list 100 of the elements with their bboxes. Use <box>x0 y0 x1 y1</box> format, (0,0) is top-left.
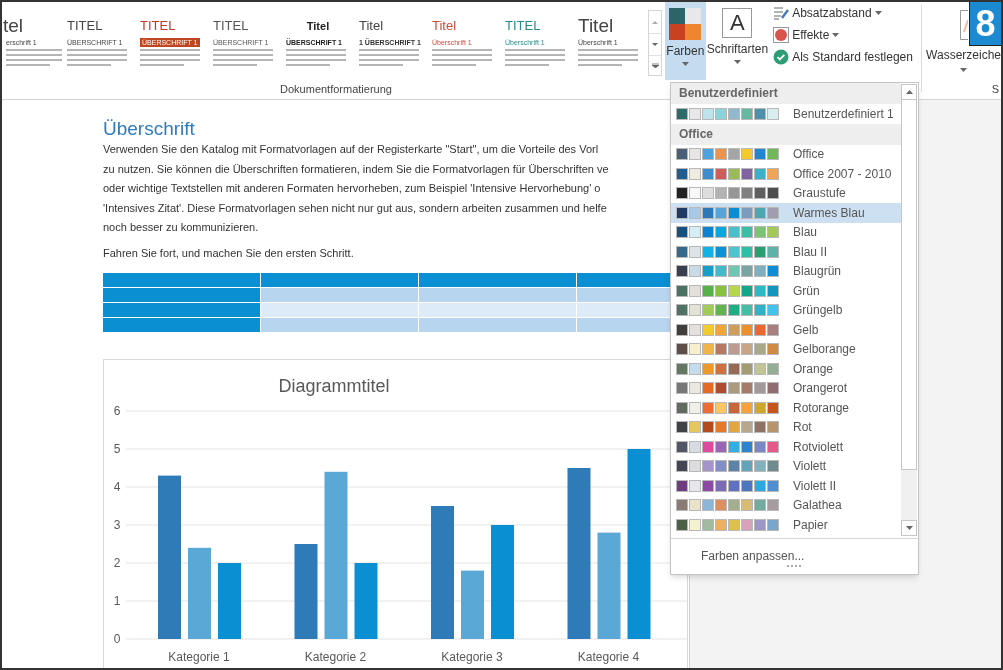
caret-up-icon <box>905 90 913 94</box>
color-swatches-icon <box>676 440 779 453</box>
x-axis-label: Kategorie 2 <box>304 650 367 664</box>
color-swatches-icon <box>676 187 779 200</box>
theme-item[interactable]: Office 2007 - 2010 <box>671 164 901 184</box>
y-axis-label: 3 <box>113 518 121 532</box>
color-swatches-icon <box>676 148 779 161</box>
color-palette-icon <box>669 8 702 40</box>
thumbnail-title: Titel <box>359 17 385 35</box>
option-button[interactable]: Als Standard festlegen <box>773 48 918 66</box>
thumbnail-text-drawing <box>6 49 62 69</box>
scroll-up-button[interactable] <box>901 84 917 100</box>
theme-item[interactable]: Rotorange <box>671 398 901 418</box>
color-swatches-icon <box>676 206 779 219</box>
option-button[interactable]: Effekte <box>773 26 918 44</box>
color-swatches-icon <box>676 107 779 120</box>
color-swatches-icon <box>676 499 779 512</box>
color-swatches-icon <box>676 518 779 531</box>
theme-item[interactable]: Galathea <box>671 495 901 515</box>
page-icon <box>959 10 968 40</box>
thumbnail-text-drawing <box>286 49 348 69</box>
y-axis-label: 5 <box>113 442 121 456</box>
theme-item[interactable]: Orange <box>671 359 901 379</box>
theme-item[interactable]: Violett II <box>671 476 901 496</box>
thumbnail-text-drawing <box>213 49 275 69</box>
color-swatches-icon <box>676 343 779 356</box>
section-header: Office <box>671 123 901 145</box>
body-paragraph: Verwenden Sie den Katalog mit Formatvorlagen auf der Registerkarte "Start", um die Vorteile des Vorl zu nutzen. Sie können die Überschriften formatieren, indem Sie die Formatvorlagen für Überschriften ve oder wichtige Textstellen mit anderen Formaten hervorheben, zum Beispiel 'Intensive Hervorhebung' o 'Intensives Zitat'. Diese Formatvorlagen sehen nicht nur gut aus, sondern arbeiten zusammen und helfe noch besser zu kommunizieren. <box>103 142 610 235</box>
theme-item[interactable]: Blaugrün <box>671 261 901 281</box>
thumbnail-text-drawing <box>432 49 494 69</box>
color-swatches-icon <box>676 323 779 336</box>
paragraph-spacing-icon <box>773 6 790 20</box>
customize-colors-link[interactable]: Farben anpassen... <box>671 539 918 565</box>
thumbnail-title: TITEL <box>505 17 542 35</box>
x-axis-label: Kategorie 3 <box>441 650 503 664</box>
color-swatches-icon <box>676 304 779 317</box>
thumbnail-title: Titel <box>305 19 331 34</box>
theme-item[interactable]: Blau II <box>671 242 901 262</box>
thumbnail-text-drawing <box>359 49 421 69</box>
group-label: Dokumentformatierung <box>279 82 393 98</box>
color-swatches-icon <box>676 226 779 239</box>
caret-icon <box>681 62 689 66</box>
x-axis-label: Kategorie 1 <box>168 650 230 664</box>
step-badge: 8 <box>969 2 1001 46</box>
chart-title: Diagrammtitel <box>278 376 390 396</box>
color-swatches-icon <box>676 460 779 473</box>
y-axis-label: 1 <box>113 594 121 608</box>
y-axis-label: 6 <box>113 404 121 418</box>
caret-icon <box>960 68 968 72</box>
color-swatches-icon <box>676 167 779 180</box>
theme-item[interactable]: Gelborange <box>671 339 901 359</box>
caret-icon <box>832 33 840 37</box>
theme-item[interactable]: Grüngelb <box>671 300 901 320</box>
theme-item[interactable]: Benutzerdefiniert 1 <box>671 104 901 124</box>
option-button[interactable]: Absatzabstand <box>773 4 918 22</box>
y-axis-label: 2 <box>113 556 121 570</box>
theme-item[interactable]: Rot <box>671 417 901 437</box>
colors-button[interactable]: Farben <box>665 2 706 80</box>
watermark-button[interactable]: Wasserzeiche <box>926 46 1001 72</box>
thumbnail-text-drawing <box>505 49 567 69</box>
thumbnail-title: Titel <box>432 17 458 35</box>
theme-item[interactable]: Office <box>671 144 901 164</box>
section-header: Benutzerdefiniert <box>671 83 901 104</box>
caret-up-icon <box>652 20 659 24</box>
body-paragraph: Fahren Sie fort, und machen Sie den ersten Schritt. <box>103 245 355 261</box>
theme-item[interactable]: Violett <box>671 456 901 476</box>
theme-item[interactable]: Gelb <box>671 320 901 340</box>
thumbnail-title: TITEL <box>67 17 104 35</box>
theme-item[interactable]: Grün <box>671 281 901 301</box>
theme-item[interactable]: Orangerot <box>671 378 901 398</box>
scroll-down-button[interactable] <box>901 520 917 536</box>
color-swatches-icon <box>676 421 779 434</box>
y-axis-label: 4 <box>113 480 121 494</box>
effects-icon <box>773 27 790 43</box>
checkmark-icon <box>773 49 790 65</box>
color-swatches-icon <box>676 401 779 414</box>
thumbnail-title: Titel <box>578 14 615 38</box>
fonts-button[interactable]: A Schriftarten <box>705 2 770 80</box>
expand-icon <box>651 63 659 68</box>
group-label: S <box>991 82 999 98</box>
caret-icon <box>652 43 659 46</box>
caret-icon <box>874 11 882 15</box>
theme-item[interactable]: Warmes Blau <box>671 203 901 223</box>
thumbnail-title: TITEL <box>213 17 250 35</box>
thumbnail-title: TITEL <box>140 17 177 35</box>
scroll-thumb[interactable] <box>901 100 917 470</box>
color-swatches-icon <box>676 245 779 258</box>
color-swatches-icon <box>676 284 779 297</box>
thumbnail-text-drawing <box>140 49 202 69</box>
theme-item[interactable]: Papier <box>671 515 901 535</box>
y-axis-label: 0 <box>113 632 121 646</box>
color-swatches-icon <box>676 382 779 395</box>
color-swatches-icon <box>676 265 779 278</box>
theme-item[interactable]: Graustufe <box>671 183 901 203</box>
thumbnail-text-drawing <box>67 49 129 69</box>
theme-item[interactable]: Rotviolett <box>671 437 901 457</box>
x-axis-label: Kategorie 4 <box>577 650 640 664</box>
caret-icon <box>905 526 913 530</box>
color-swatches-icon <box>676 362 779 375</box>
theme-item[interactable]: Blau <box>671 222 901 242</box>
